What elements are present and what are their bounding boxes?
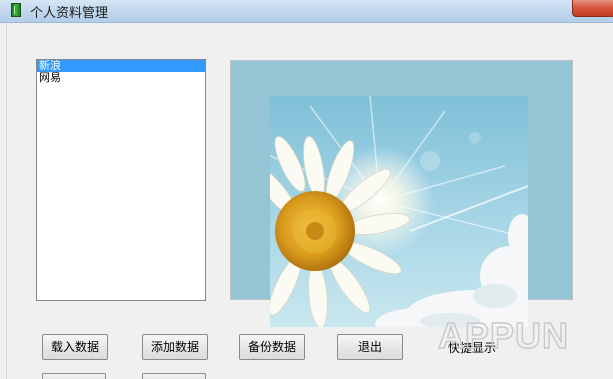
load-data-button[interactable]: 载入数据 [42, 334, 108, 360]
picture-box [230, 60, 573, 327]
exit-button[interactable]: 退出 [337, 334, 403, 360]
backup-data-button[interactable]: 备份数据 [239, 334, 305, 360]
svg-text:APPUN: APPUN [438, 315, 569, 356]
hidden-button[interactable] [42, 373, 106, 379]
appun-watermark: APPUN [437, 314, 569, 356]
site-listbox[interactable]: 新浪 网易 [36, 59, 206, 301]
add-data-button[interactable]: 添加数据 [142, 334, 208, 360]
title-bar: 个人资料管理 [0, 0, 613, 23]
list-item[interactable]: 新浪 [37, 60, 205, 72]
list-item[interactable]: 网易 [37, 72, 205, 84]
daisy-photo [270, 96, 528, 327]
green-book-icon [11, 3, 21, 17]
window-title: 个人资料管理 [30, 6, 109, 21]
close-button[interactable] [572, 0, 613, 17]
hidden-button[interactable] [142, 373, 206, 379]
